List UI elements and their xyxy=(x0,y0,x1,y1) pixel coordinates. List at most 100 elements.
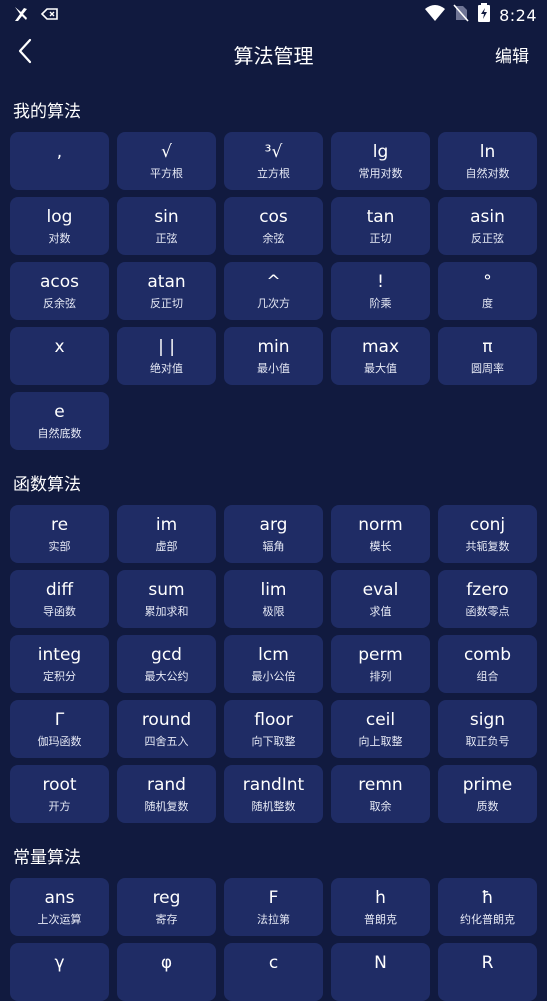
algorithm-item[interactable]: φ xyxy=(117,943,216,1001)
algorithm-label: 导函数 xyxy=(43,605,76,618)
algorithm-item[interactable]: ! 阶乘 xyxy=(331,262,430,320)
algorithm-item[interactable]: sign 取正负号 xyxy=(438,700,537,758)
algorithm-item[interactable]: c xyxy=(224,943,323,1001)
algorithm-symbol: eval xyxy=(362,580,399,600)
no-sim-icon xyxy=(453,4,469,26)
algorithm-item[interactable]: prime 质数 xyxy=(438,765,537,823)
algorithm-symbol: ! xyxy=(377,272,384,292)
algorithm-label: 实部 xyxy=(48,540,71,553)
algorithm-label: 函数零点 xyxy=(465,605,510,618)
algorithm-symbol: ³√ xyxy=(264,142,283,162)
algorithm-item[interactable]: log 对数 xyxy=(10,197,109,255)
algorithm-item[interactable]: γ xyxy=(10,943,109,1001)
algorithm-symbol: acos xyxy=(39,272,80,292)
algorithm-item[interactable]: e 自然底数 xyxy=(10,392,109,450)
algorithm-item[interactable]: ° 度 xyxy=(438,262,537,320)
algorithm-item[interactable]: min 最小值 xyxy=(224,327,323,385)
algorithm-symbol: reg xyxy=(152,888,181,908)
algorithm-item[interactable]: ln 自然对数 xyxy=(438,132,537,190)
algorithm-item[interactable]: sin 正弦 xyxy=(117,197,216,255)
algorithm-item[interactable]: fzero 函数零点 xyxy=(438,570,537,628)
algorithm-item[interactable]: x xyxy=(10,327,109,385)
algorithm-item[interactable]: Γ 伽玛函数 xyxy=(10,700,109,758)
algorithm-item[interactable]: rand 随机复数 xyxy=(117,765,216,823)
algorithm-symbol: π xyxy=(482,337,493,357)
algorithm-symbol: diff xyxy=(45,580,74,600)
algorithm-item[interactable]: comb 组合 xyxy=(438,635,537,693)
algorithm-item[interactable]: conj 共轭复数 xyxy=(438,505,537,563)
algorithm-symbol: integ xyxy=(37,645,82,665)
algorithm-item[interactable]: eval 求值 xyxy=(331,570,430,628)
algorithm-symbol: randInt xyxy=(242,775,305,795)
algorithm-item[interactable]: diff 导函数 xyxy=(10,570,109,628)
algorithm-item[interactable]: root 开方 xyxy=(10,765,109,823)
algorithm-label: 常用对数 xyxy=(358,167,403,180)
algorithm-label: 向上取整 xyxy=(358,735,403,748)
status-right-icons: 8:24 xyxy=(425,3,537,27)
algorithm-item[interactable]: lcm 最小公倍 xyxy=(224,635,323,693)
algorithm-label: 随机整数 xyxy=(251,800,296,813)
algorithm-item[interactable]: sum 累加求和 xyxy=(117,570,216,628)
algorithm-item[interactable]: floor 向下取整 xyxy=(224,700,323,758)
function-algorithms-grid: re 实部 im 虚部 arg 辐角 norm 模长 conj 共轭复数 diff 导函数 sum 累加求… xyxy=(10,505,538,823)
algorithm-item[interactable]: , xyxy=(10,132,109,190)
algorithm-item[interactable]: F 法拉第 xyxy=(224,878,323,936)
algorithm-symbol: root xyxy=(42,775,77,795)
algorithm-item[interactable]: acos 反余弦 xyxy=(10,262,109,320)
algorithm-item[interactable]: lim 极限 xyxy=(224,570,323,628)
algorithm-item[interactable]: R xyxy=(438,943,537,1001)
algorithm-symbol: fzero xyxy=(466,580,509,600)
algorithm-item[interactable]: asin 反正弦 xyxy=(438,197,537,255)
algorithm-item[interactable]: ans 上次运算 xyxy=(10,878,109,936)
algorithm-item[interactable]: lg 常用对数 xyxy=(331,132,430,190)
algorithm-label: 开方 xyxy=(48,800,71,813)
algorithm-item[interactable]: perm 排列 xyxy=(331,635,430,693)
algorithm-symbol: ħ xyxy=(481,888,494,908)
algorithm-item[interactable]: tan 正切 xyxy=(331,197,430,255)
edit-button[interactable]: 编辑 xyxy=(495,42,529,67)
battery-icon xyxy=(477,3,491,27)
algorithm-label: 反余弦 xyxy=(43,297,76,310)
algorithm-item[interactable]: norm 模长 xyxy=(331,505,430,563)
algorithm-symbol: ans xyxy=(44,888,75,908)
algorithm-item[interactable]: atan 反正切 xyxy=(117,262,216,320)
algorithm-symbol: | | xyxy=(158,337,175,357)
algorithm-label: 辐角 xyxy=(262,540,285,553)
algorithm-symbol: comb xyxy=(463,645,512,665)
algorithm-label: 余弦 xyxy=(262,232,285,245)
algorithm-item[interactable]: max 最大值 xyxy=(331,327,430,385)
algorithm-item[interactable]: arg 辐角 xyxy=(224,505,323,563)
algorithm-item[interactable]: | | 绝对值 xyxy=(117,327,216,385)
algorithm-item[interactable]: round 四舍五入 xyxy=(117,700,216,758)
algorithm-item[interactable]: √ 平方根 xyxy=(117,132,216,190)
algorithm-label: 寄存 xyxy=(155,913,178,926)
algorithm-label: 质数 xyxy=(476,800,499,813)
algorithm-item[interactable]: gcd 最大公约 xyxy=(117,635,216,693)
algorithm-item[interactable]: integ 定积分 xyxy=(10,635,109,693)
algorithm-symbol: im xyxy=(155,515,178,535)
algorithm-item[interactable]: remn 取余 xyxy=(331,765,430,823)
algorithm-label: 最小值 xyxy=(257,362,290,375)
algorithm-symbol: log xyxy=(46,207,73,227)
notification-bird-icon xyxy=(12,5,30,27)
algorithm-item[interactable]: ^ 几次方 xyxy=(224,262,323,320)
algorithm-label: 取余 xyxy=(369,800,392,813)
algorithm-symbol: Γ xyxy=(54,710,65,730)
algorithm-item[interactable]: re 实部 xyxy=(10,505,109,563)
algorithm-item[interactable]: reg 寄存 xyxy=(117,878,216,936)
algorithm-item[interactable]: ħ 约化普朗克 xyxy=(438,878,537,936)
algorithm-item[interactable]: h 普朗克 xyxy=(331,878,430,936)
algorithm-item[interactable]: im 虚部 xyxy=(117,505,216,563)
algorithm-item[interactable]: randInt 随机整数 xyxy=(224,765,323,823)
section-title-function-algorithms: 函数算法 xyxy=(13,475,81,495)
algorithm-item[interactable]: ceil 向上取整 xyxy=(331,700,430,758)
algorithm-symbol: γ xyxy=(54,953,65,973)
algorithm-label: 反正切 xyxy=(150,297,183,310)
algorithm-label: 法拉第 xyxy=(257,913,290,926)
page-title: 算法管理 xyxy=(233,44,314,68)
algorithm-item[interactable]: ³√ 立方根 xyxy=(224,132,323,190)
my-algorithms-grid: , √ 平方根 ³√ 立方根 lg 常用对数 ln 自然对数 log 对数 sin 正弦 cos 余弦 tan… xyxy=(10,132,538,450)
algorithm-item[interactable]: cos 余弦 xyxy=(224,197,323,255)
algorithm-item[interactable]: π 圆周率 xyxy=(438,327,537,385)
algorithm-item[interactable]: N xyxy=(331,943,430,1001)
